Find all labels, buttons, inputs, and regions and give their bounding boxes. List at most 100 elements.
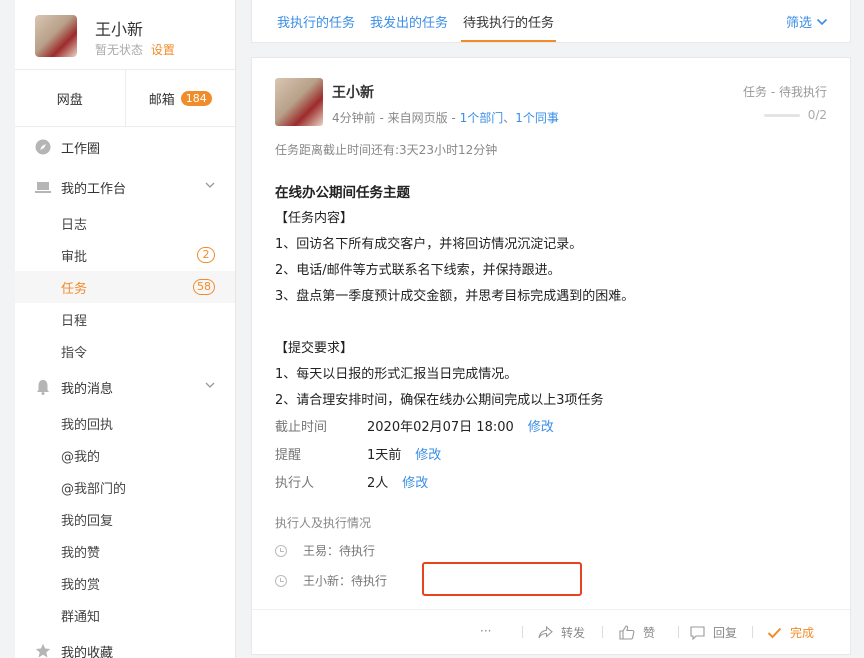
divider <box>602 626 603 638</box>
thumbs-up-icon <box>619 625 635 640</box>
post-meta: 4分钟前 - 来自网页版 - 1个部门、1个同事 <box>332 109 559 126</box>
count-badge: 58 <box>193 279 215 295</box>
sidebar-item-my-replies[interactable]: 我的回复 <box>15 503 235 535</box>
sidebar-item-approval[interactable]: 审批 2 <box>15 239 235 271</box>
mailbox-label: 邮箱 <box>148 92 175 108</box>
task-title: 在线办公期间任务主题 <box>275 185 410 201</box>
sidebar-item-group-notices[interactable]: 群通知 <box>15 599 235 631</box>
quick-tabs: 网盘 邮箱 184 <box>15 70 235 127</box>
executor-status-item: 王易：待执行 <box>275 542 375 559</box>
mailbox-count-badge: 184 <box>180 90 212 106</box>
sidebar-item-label: 指令 <box>61 345 88 361</box>
progress-bar <box>763 113 800 117</box>
sidebar-item-workbench[interactable]: 我的工作台 <box>15 167 235 207</box>
task-type-status: 任务 - 待我执行 <box>743 85 827 99</box>
deadline-countdown: 任务距离截止时间还有:3天23小时12分钟 <box>275 143 498 157</box>
sidebar-item-task[interactable]: 任务 58 <box>15 271 235 303</box>
status-text: 暂无状态 <box>95 43 144 57</box>
filter-button[interactable]: 筛选 <box>786 12 828 31</box>
like-label: 赞 <box>643 626 656 640</box>
sidebar-item-my-rewards[interactable]: 我的赏 <box>15 567 235 599</box>
reply-button[interactable]: 回复 <box>690 624 737 641</box>
sidebar-item-favorites[interactable]: 我的收藏 <box>15 631 235 658</box>
sidebar-item-at-dept[interactable]: @我部门的 <box>15 471 235 503</box>
star-icon <box>35 643 51 658</box>
messages-label: 我的消息 <box>61 381 114 397</box>
laptop-icon <box>35 182 51 193</box>
divider <box>522 626 523 638</box>
sidebar-item-messages[interactable]: 我的消息 <box>15 367 235 407</box>
clock-icon <box>275 574 287 587</box>
task-tabs: 我执行的任务 我发出的任务 待我执行的任务 筛选 <box>251 0 851 43</box>
task-item: 3、盘点第一季度预计成交金额，并思考目标完成遇到的困难。 <box>275 289 635 304</box>
settings-link[interactable]: 设置 <box>151 43 175 57</box>
mailbox-tab[interactable]: 邮箱 184 <box>126 70 236 126</box>
divider <box>678 626 679 638</box>
sidebar-item-label: @我部门的 <box>61 481 127 497</box>
sidebar-item-label: @我的 <box>61 449 101 465</box>
executor-status-item: 王小新：待执行 <box>275 572 387 589</box>
executor-status-text: 王小新：待执行 <box>303 574 388 588</box>
chevron-down-icon <box>205 382 215 388</box>
sidebar-item-at-me[interactable]: @我的 <box>15 439 235 471</box>
favorites-label: 我的收藏 <box>61 645 114 658</box>
sidebar-item-label: 我的回复 <box>61 513 114 529</box>
user-status: 暂无状态 设置 <box>95 41 175 58</box>
tab-my-executing[interactable]: 我执行的任务 <box>277 12 355 31</box>
sidebar-item-work-circle[interactable]: 工作圈 <box>15 127 235 167</box>
clock-icon <box>275 544 287 557</box>
sidebar-item-label: 我的赞 <box>61 545 101 561</box>
netdisk-label: 网盘 <box>56 92 83 108</box>
task-content: 在线办公期间任务主题 【任务内容】 1、回访名下所有成交客户，并将回访情况沉淀记… <box>275 180 634 498</box>
edit-reminder-link[interactable]: 修改 <box>415 443 441 469</box>
post-time-source: 4分钟前 - 来自网页版 - <box>332 111 460 125</box>
sidebar-item-label: 日程 <box>61 313 88 329</box>
requirement-item: 1、每天以日报的形式汇报当日完成情况。 <box>275 367 518 382</box>
compass-icon <box>35 139 51 155</box>
forward-label: 转发 <box>561 626 586 640</box>
sidebar-item-schedule[interactable]: 日程 <box>15 303 235 335</box>
avatar[interactable] <box>35 15 77 57</box>
netdisk-tab[interactable]: 网盘 <box>15 70 126 126</box>
sidebar-item-label: 群通知 <box>61 609 101 625</box>
share-icon <box>538 626 553 639</box>
work-circle-label: 工作圈 <box>61 141 101 157</box>
sidebar: 王小新 暂无状态 设置 网盘 邮箱 184 工作圈 我的工作台 日志 审批 2 任… <box>15 0 236 658</box>
workbench-label: 我的工作台 <box>61 181 127 197</box>
field-label: 执行人 <box>275 476 315 491</box>
edit-executor-link[interactable]: 修改 <box>402 471 428 497</box>
more-button[interactable]: ··· <box>480 624 491 638</box>
sidebar-item-label: 日志 <box>61 217 88 233</box>
complete-label: 完成 <box>790 626 815 640</box>
sidebar-item-label: 我的回执 <box>61 417 114 433</box>
tab-pending-my-execution[interactable]: 待我执行的任务 <box>460 12 557 42</box>
like-button[interactable]: 赞 <box>619 624 655 641</box>
sidebar-item-instruction[interactable]: 指令 <box>15 335 235 367</box>
dept-link[interactable]: 1个部门 <box>460 111 504 125</box>
complete-button[interactable]: 完成 <box>767 624 814 641</box>
reminder-value: 1天前 <box>367 448 402 463</box>
meta-separator: 、 <box>503 111 516 125</box>
tab-my-issued[interactable]: 我发出的任务 <box>370 12 448 31</box>
sidebar-item-label: 我的赏 <box>61 577 101 593</box>
edit-deadline-link[interactable]: 修改 <box>528 415 554 441</box>
forward-button[interactable]: 转发 <box>538 624 585 641</box>
executor-status-text: 王易：待执行 <box>303 544 376 558</box>
sidebar-item-receipt[interactable]: 我的回执 <box>15 407 235 439</box>
deadline-row: 截止时间 2020年02月07日 18:00 修改 <box>275 414 634 442</box>
executor-status-title: 执行人及执行情况 <box>275 516 372 530</box>
sidebar-item-my-likes[interactable]: 我的赞 <box>15 535 235 567</box>
author-name[interactable]: 王小新 <box>332 82 374 102</box>
requirement-item: 2、请合理安排时间，确保在线办公期间完成以上3项任务 <box>275 393 604 408</box>
task-progress: 0/2 <box>763 108 827 122</box>
author-avatar[interactable] <box>275 78 323 126</box>
task-item: 1、回访名下所有成交客户，并将回访情况沉淀记录。 <box>275 237 583 252</box>
card-actions: ··· 转发 赞 回复 完成 <box>252 609 850 654</box>
colleague-link[interactable]: 1个同事 <box>515 111 559 125</box>
highlight-box <box>422 562 582 596</box>
sidebar-item-log[interactable]: 日志 <box>15 207 235 239</box>
user-name: 王小新 <box>95 20 144 39</box>
profile-panel: 王小新 暂无状态 设置 <box>15 0 235 70</box>
task-item: 2、电话/邮件等方式联系名下线索，并保持跟进。 <box>275 263 561 278</box>
reminder-row: 提醒 1天前 修改 <box>275 442 634 470</box>
